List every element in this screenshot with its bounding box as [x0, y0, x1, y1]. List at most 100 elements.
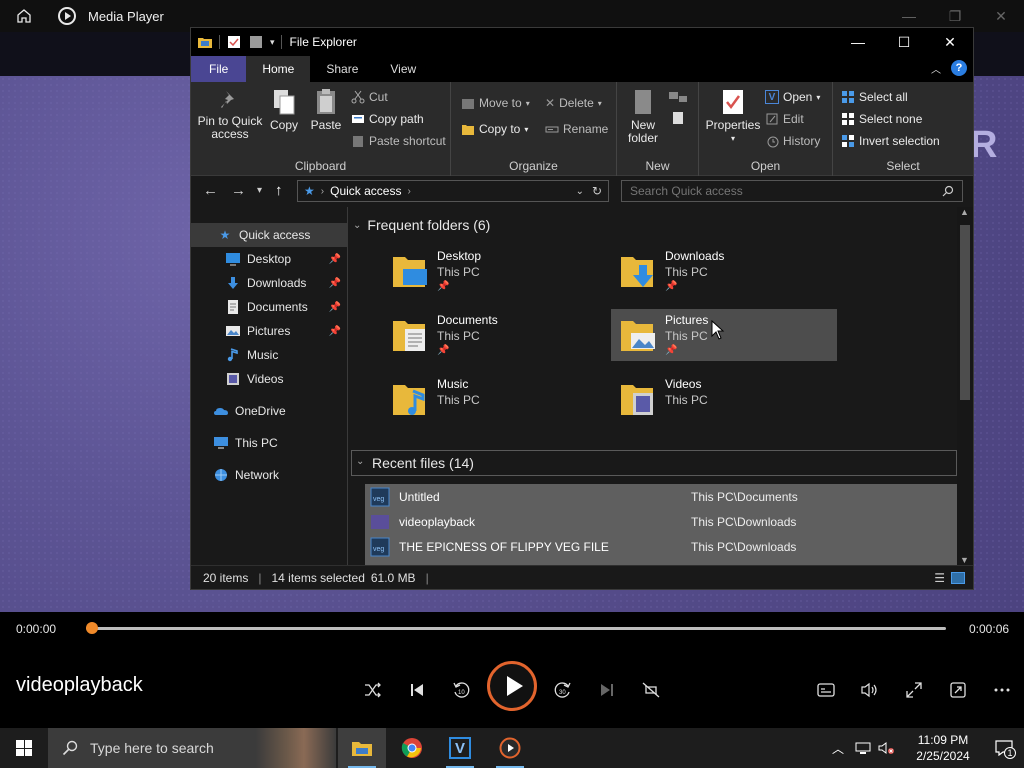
nav-downloads[interactable]: Downloads 📌	[191, 271, 347, 295]
new-folder-large-icon	[635, 90, 651, 114]
close-button[interactable]: ✕	[978, 0, 1024, 32]
collapse-ribbon-icon[interactable]: ︿	[931, 61, 941, 76]
search-box[interactable]	[621, 180, 963, 202]
seek-bar[interactable]	[86, 622, 946, 634]
rename-icon	[545, 126, 559, 133]
folder-music[interactable]: Music This PC	[383, 373, 609, 425]
move-to-button[interactable]: Move to ▾	[461, 96, 530, 110]
nav-network[interactable]: Network	[191, 463, 347, 487]
show-hidden-icons-icon[interactable]: ︿	[832, 740, 844, 757]
nav-videos[interactable]: Videos	[191, 367, 347, 391]
new-item-button[interactable]	[667, 90, 689, 130]
taskbar-search[interactable]: Type here to search	[48, 728, 336, 768]
properties-icon[interactable]	[226, 35, 242, 49]
folder-downloads[interactable]: Downloads This PC 📌	[611, 245, 837, 297]
explorer-close-button[interactable]: ✕	[927, 28, 973, 56]
history-button[interactable]: History	[765, 134, 820, 148]
scroll-down-icon[interactable]: ▼	[960, 555, 969, 565]
paste-shortcut-button[interactable]: Paste shortcut	[351, 134, 446, 148]
tab-view[interactable]: View	[374, 56, 432, 82]
playback-controls: videoplayback 10 30	[0, 652, 1024, 728]
network-status-icon[interactable]	[854, 741, 872, 755]
edit-button[interactable]: Edit	[765, 112, 804, 126]
tab-share[interactable]: Share	[310, 56, 374, 82]
start-button[interactable]	[0, 728, 48, 768]
volume-muted-icon[interactable]	[878, 741, 896, 755]
frequent-folders-header[interactable]: ⌄ Frequent folders (6)	[353, 217, 490, 233]
copy-path-button[interactable]: Copy path	[351, 112, 424, 126]
help-icon[interactable]: ?	[951, 60, 967, 76]
breadcrumb-quick-access[interactable]: Quick access	[330, 184, 401, 198]
clock[interactable]: 11:09 PM 2/25/2024	[902, 732, 984, 764]
search-input[interactable]	[630, 184, 930, 198]
more-options-button[interactable]	[986, 674, 1018, 706]
nav-onedrive[interactable]: OneDrive	[191, 399, 347, 423]
explorer-maximize-button[interactable]: ☐	[881, 28, 927, 56]
table-row[interactable]: veg THE EPICNESS OF FLIPPY VEG FILE This…	[365, 534, 957, 559]
file-name: videoplayback	[399, 514, 476, 529]
skip-forward-30-button[interactable]: 30	[547, 674, 579, 706]
forward-button[interactable]: →	[231, 182, 246, 199]
captions-button[interactable]	[810, 674, 842, 706]
folder-documents[interactable]: Documents This PC 📌	[383, 309, 609, 361]
qat-dropdown-icon[interactable]: ▾	[270, 37, 275, 48]
select-none-button[interactable]: Select none	[841, 112, 922, 126]
shuffle-button[interactable]	[357, 674, 389, 706]
scroll-up-icon[interactable]: ▲	[960, 207, 969, 217]
new-folder-icon[interactable]	[248, 35, 264, 49]
recent-locations-button[interactable]: ▾	[257, 185, 262, 196]
tab-home[interactable]: Home	[246, 56, 311, 82]
scroll-thumb[interactable]	[960, 225, 970, 400]
refresh-icon[interactable]: ↻	[592, 184, 602, 198]
large-icons-view-icon[interactable]	[951, 571, 965, 584]
properties-button[interactable]: Properties ▾	[705, 88, 761, 145]
vertical-scrollbar[interactable]: ▲ ▼	[957, 207, 973, 565]
nav-this-pc[interactable]: This PC	[191, 431, 347, 455]
nav-desktop[interactable]: Desktop 📌	[191, 247, 347, 271]
miniplayer-button[interactable]	[942, 674, 974, 706]
folder-videos[interactable]: Videos This PC	[611, 373, 837, 425]
fullscreen-button[interactable]	[898, 674, 930, 706]
nav-documents[interactable]: Documents 📌	[191, 295, 347, 319]
volume-button[interactable]	[854, 674, 886, 706]
table-row[interactable]: veg Untitled This PC\Documents	[365, 484, 957, 509]
rename-button[interactable]: Rename	[545, 122, 608, 136]
previous-button[interactable]	[401, 674, 433, 706]
notification-center-button[interactable]: 1	[984, 728, 1024, 768]
copy-to-button[interactable]: Copy to ▾	[461, 122, 528, 136]
taskbar-media-player[interactable]	[486, 728, 534, 768]
repeat-button[interactable]	[635, 674, 667, 706]
nav-music[interactable]: Music	[191, 343, 347, 367]
cut-button[interactable]: Cut	[351, 90, 388, 104]
nav-quick-access[interactable]: ★ Quick access	[191, 223, 347, 247]
address-dropdown-icon[interactable]: ⌄	[576, 186, 584, 197]
play-button[interactable]	[487, 661, 537, 711]
windows-logo-icon	[16, 740, 32, 756]
recent-files-header[interactable]: ⌄ Recent files (14)	[351, 450, 957, 476]
folder-desktop[interactable]: Desktop This PC 📌	[383, 245, 609, 297]
taskbar-file-explorer[interactable]	[338, 728, 386, 768]
delete-button[interactable]: ✕ Delete ▾	[545, 96, 602, 110]
details-view-icon[interactable]: ☰	[934, 571, 945, 585]
up-button[interactable]: ↑	[275, 182, 283, 199]
paste-shortcut-icon	[353, 136, 363, 147]
table-row[interactable]: videoplayback This PC\Downloads	[365, 509, 957, 534]
taskbar-vegas[interactable]: V	[436, 728, 484, 768]
back-button[interactable]: ←	[203, 182, 218, 199]
copy-button[interactable]: Copy	[267, 88, 301, 132]
pin-to-quick-access-button[interactable]: Pin to Quick access	[195, 88, 265, 141]
next-button[interactable]	[591, 674, 623, 706]
nav-pictures[interactable]: Pictures 📌	[191, 319, 347, 343]
skip-back-10-button[interactable]: 10	[445, 674, 477, 706]
open-button[interactable]: V Open ▾	[765, 90, 820, 104]
new-folder-button[interactable]: New folder	[623, 88, 663, 145]
select-all-button[interactable]: Select all	[841, 90, 908, 104]
seek-thumb[interactable]	[86, 622, 98, 634]
paste-button[interactable]: Paste	[309, 88, 343, 132]
invert-selection-button[interactable]: Invert selection	[841, 134, 940, 148]
tab-file[interactable]: File	[191, 56, 247, 82]
explorer-minimize-button[interactable]: —	[835, 28, 881, 56]
taskbar-chrome[interactable]	[388, 728, 436, 768]
address-box[interactable]: ★ › Quick access › ⌄ ↻	[297, 180, 609, 202]
home-button[interactable]	[0, 0, 48, 32]
